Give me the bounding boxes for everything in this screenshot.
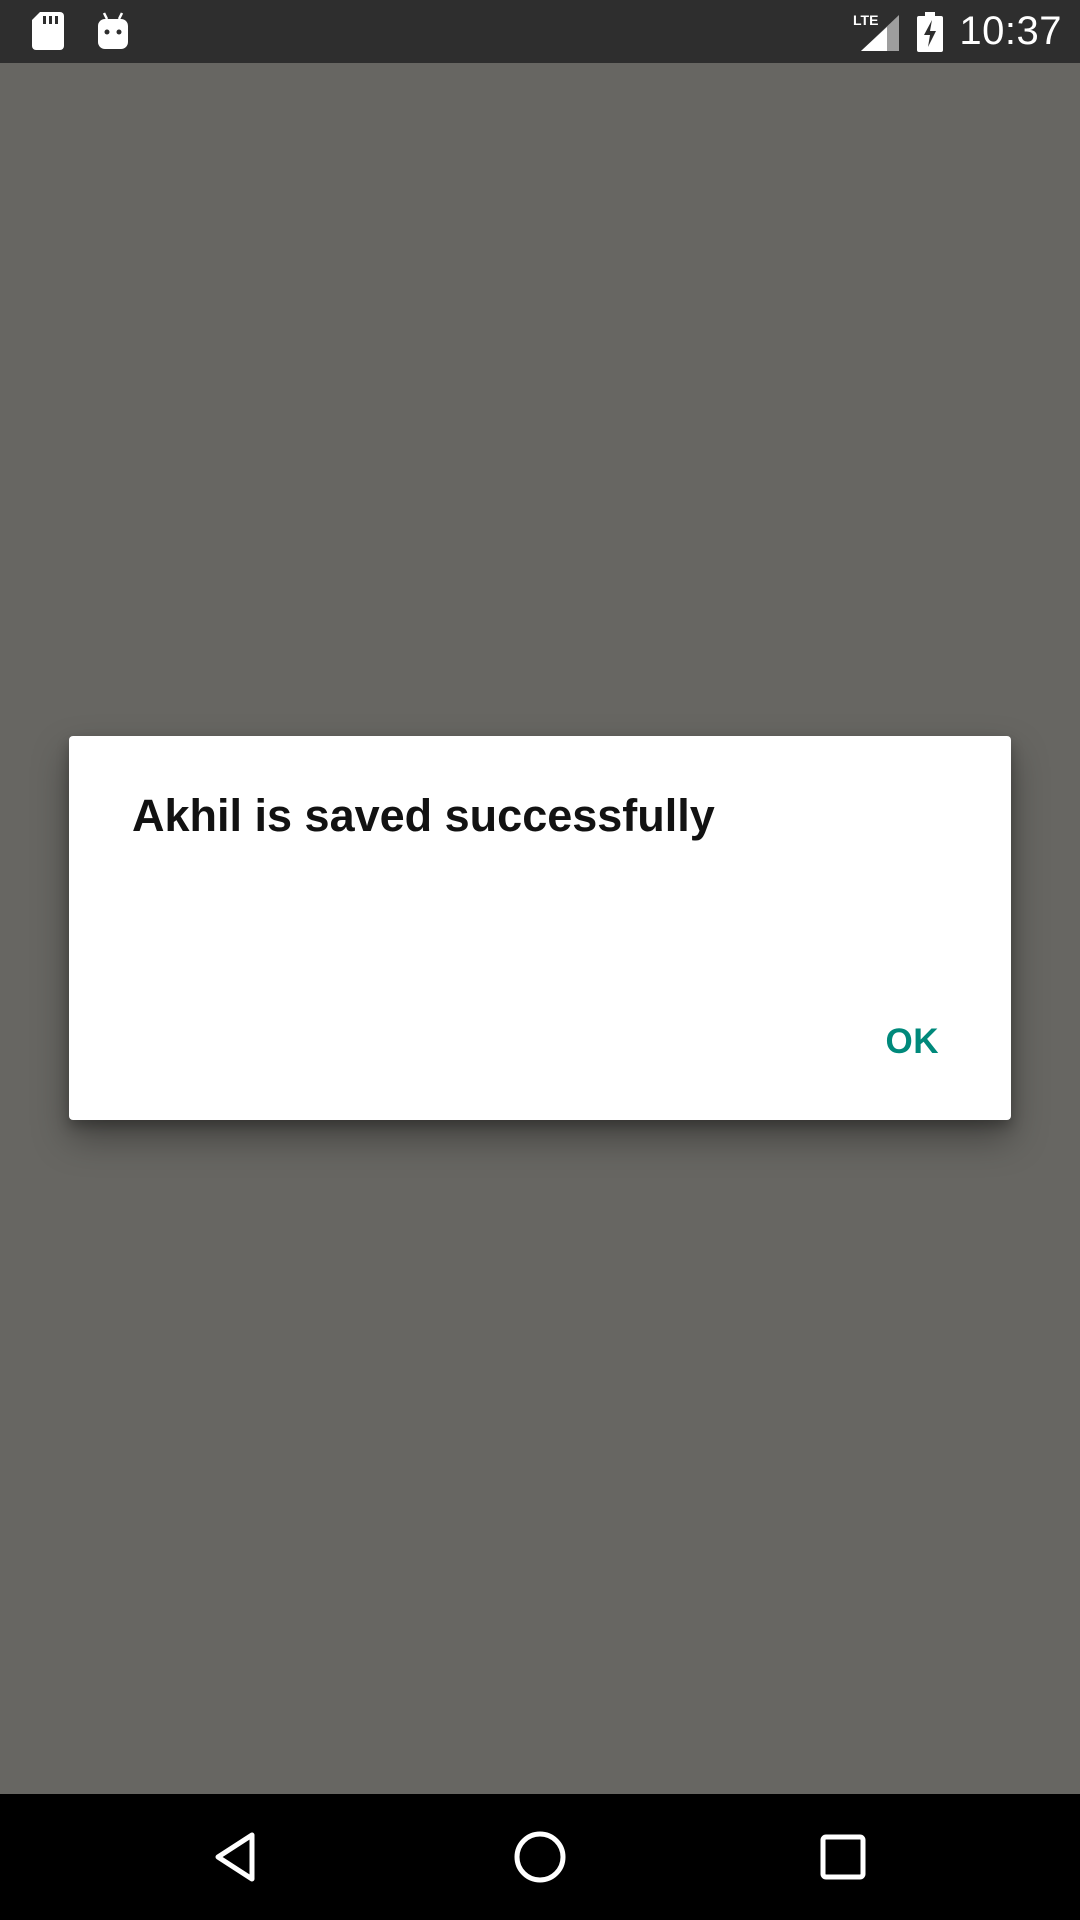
back-icon[interactable] [206, 1827, 266, 1887]
navigation-bar [0, 1794, 1080, 1920]
dialog-message: Akhil is saved successfully [132, 790, 715, 841]
alert-dialog: Akhil is saved successfully OK [69, 736, 1011, 1120]
status-time: 10:37 [959, 9, 1062, 53]
android-icon [96, 11, 130, 51]
status-system-icons: LTE 10:37 [853, 0, 1062, 63]
home-icon[interactable] [510, 1827, 570, 1887]
network-type-label: LTE [853, 12, 878, 28]
screen: LTE 10:37 Akhil is saved successfully OK [0, 0, 1080, 1920]
ok-button[interactable]: OK [886, 1022, 940, 1062]
recents-icon[interactable] [813, 1827, 873, 1887]
battery-charging-icon [917, 11, 944, 52]
status-notification-icons [30, 10, 130, 52]
status-bar: LTE 10:37 [0, 0, 1080, 63]
sd-card-icon [30, 10, 66, 52]
signal-icon: LTE [853, 11, 901, 53]
